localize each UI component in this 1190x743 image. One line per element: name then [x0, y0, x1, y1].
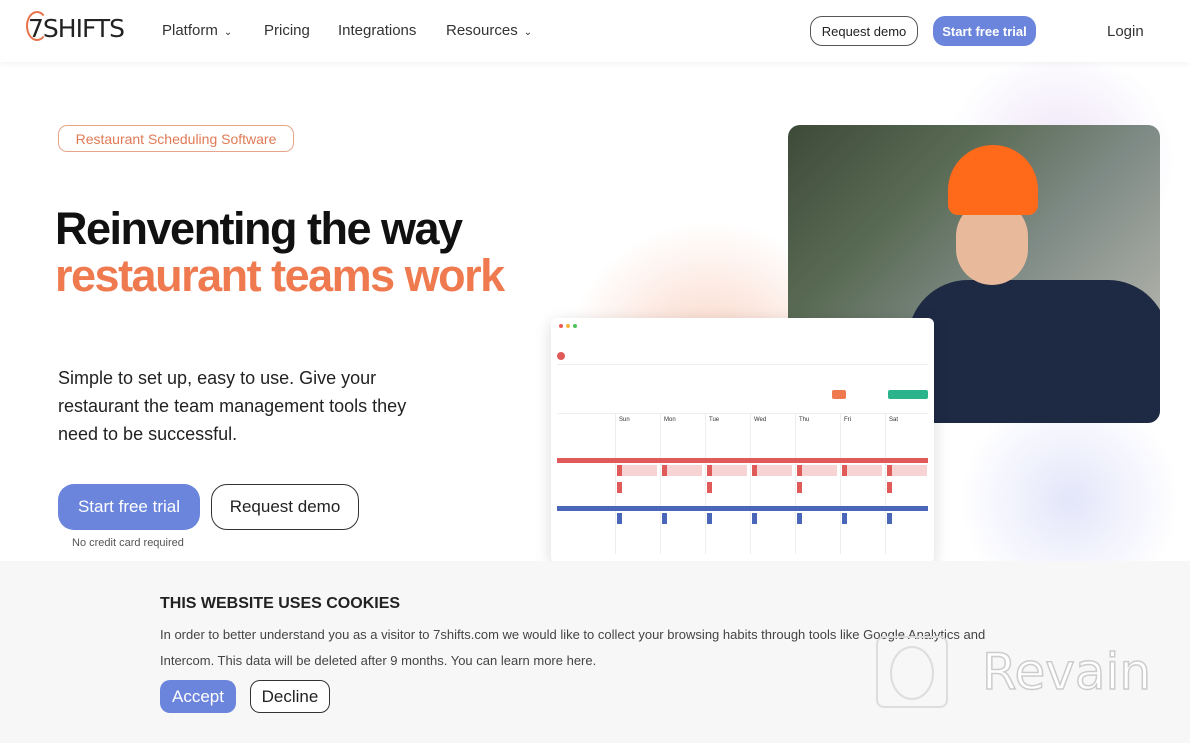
shift-cell	[707, 513, 747, 524]
shift-cell	[707, 465, 747, 476]
shift-cell	[707, 482, 747, 493]
shift-cell	[797, 513, 837, 524]
logo[interactable]: 7SHIFTS	[26, 11, 125, 43]
stopwatch-icon	[26, 11, 48, 41]
column-divider	[885, 414, 886, 554]
shift-cell	[797, 482, 837, 493]
publish-button	[888, 390, 928, 399]
cookie-text: In order to better understand you as a v…	[160, 627, 986, 668]
nav-label: Integrations	[338, 22, 417, 39]
shift-cell	[842, 513, 882, 524]
watermark-text: Revain	[981, 642, 1152, 702]
login-link[interactable]: Login	[1107, 23, 1144, 40]
request-demo-button[interactable]: Request demo	[810, 16, 918, 46]
top-nav: 7SHIFTS Platform ⌄ Pricing Integrations R…	[0, 0, 1190, 62]
nav-label: Platform	[162, 22, 218, 39]
revain-watermark: Revain	[876, 636, 1152, 708]
shift-cell	[617, 482, 657, 493]
photo-figure	[948, 145, 1038, 215]
day-label: Wed	[754, 417, 767, 423]
column-divider	[660, 414, 661, 554]
day-label: Thu	[799, 417, 810, 423]
department-band	[557, 458, 928, 463]
column-divider	[705, 414, 706, 554]
cookie-title: THIS WEBSITE USES COOKIES	[160, 595, 401, 612]
column-divider	[840, 414, 841, 554]
day-label: Tue	[709, 417, 720, 423]
title-line-1: Reinventing the way	[55, 203, 463, 254]
nav-platform[interactable]: Platform ⌄	[162, 22, 232, 39]
department-band	[557, 506, 928, 511]
shift-cell	[617, 513, 657, 524]
nav-label: Pricing	[264, 22, 310, 39]
column-divider	[750, 414, 751, 554]
column-divider	[615, 414, 616, 554]
day-label: Fri	[844, 417, 851, 423]
shift-cell	[617, 465, 657, 476]
shift-cell	[662, 513, 702, 524]
app-logo-icon	[557, 352, 565, 360]
hero-start-trial-button[interactable]: Start free trial	[58, 484, 200, 530]
hero-title: Reinventing the way restaurant teams wor…	[55, 203, 505, 301]
chevron-down-icon: ⌄	[223, 27, 233, 38]
nav-resources[interactable]: Resources ⌄	[446, 22, 532, 39]
shift-cell	[797, 465, 837, 476]
no-credit-card-note: No credit card required	[72, 537, 184, 549]
shift-cell	[842, 465, 882, 476]
revain-logo-icon	[876, 636, 948, 708]
category-tag: Restaurant Scheduling Software	[58, 125, 294, 152]
day-label: Sun	[619, 417, 630, 423]
hero-subtitle: Simple to set up, easy to use. Give your…	[58, 368, 407, 444]
hero-request-demo-button[interactable]: Request demo	[211, 484, 359, 530]
photo-figure	[908, 280, 1160, 423]
start-trial-button[interactable]: Start free trial	[933, 16, 1036, 46]
shift-cell	[887, 513, 927, 524]
day-label: Sat	[889, 417, 899, 423]
chevron-down-icon: ⌄	[523, 27, 533, 38]
shift-cell	[887, 465, 927, 476]
shift-cell	[752, 465, 792, 476]
nav-label: Resources	[446, 22, 518, 39]
nav-pricing[interactable]: Pricing	[264, 22, 310, 39]
day-label: Mon	[664, 417, 676, 423]
accept-button[interactable]: Accept	[160, 680, 236, 713]
title-line-2: restaurant teams work	[55, 250, 505, 301]
schedule-app-mockup: Sun Mon Tue Wed Thu Fri Sat	[551, 318, 934, 563]
week-toggle	[832, 390, 846, 399]
shift-cell	[887, 482, 927, 493]
shift-cell	[752, 513, 792, 524]
column-divider	[795, 414, 796, 554]
nav-integrations[interactable]: Integrations	[338, 22, 416, 39]
decline-button[interactable]: Decline	[250, 680, 330, 713]
shift-cell	[662, 465, 702, 476]
window-controls	[559, 324, 577, 328]
